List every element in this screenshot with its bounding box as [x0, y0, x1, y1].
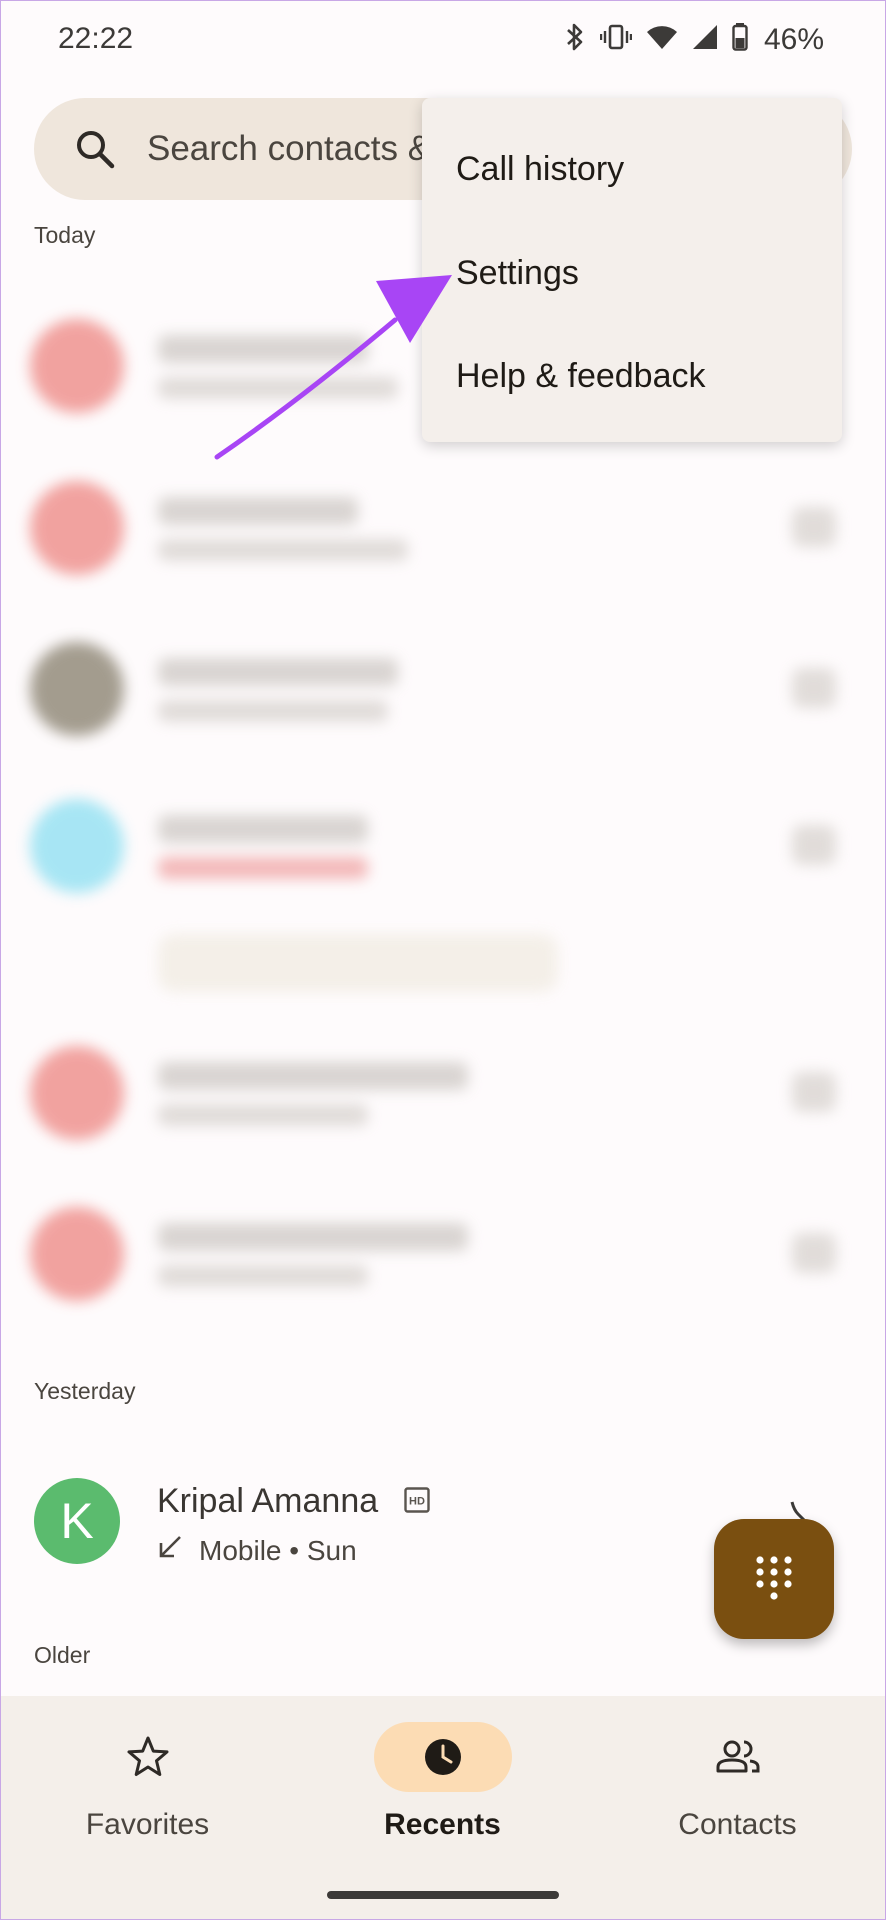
phone-icon[interactable]	[792, 825, 836, 865]
battery-percentage: 46%	[763, 22, 824, 56]
avatar	[30, 481, 124, 575]
dialpad-button[interactable]	[714, 1519, 834, 1639]
avatar	[30, 1207, 124, 1301]
tab-label: Contacts	[678, 1808, 797, 1841]
tab-favorites[interactable]: Favorites	[0, 1696, 295, 1920]
menu-item-help-feedback[interactable]: Help & feedback	[422, 325, 842, 425]
call-detail: Mobile • Sun	[157, 1534, 357, 1567]
call-log-row[interactable]	[0, 1032, 886, 1152]
incoming-call-icon	[157, 1534, 183, 1567]
home-indicator[interactable]	[327, 1891, 559, 1899]
bottom-navigation: Favorites Recents Contacts	[0, 1696, 886, 1920]
menu-item-settings[interactable]: Settings	[422, 222, 842, 322]
tab-label: Favorites	[85, 1808, 210, 1841]
call-note-chip	[158, 934, 558, 992]
clock-icon	[419, 1733, 467, 1781]
star-icon	[124, 1733, 172, 1781]
menu-item-label: Call history	[456, 150, 625, 188]
status-icons: 46%	[564, 22, 824, 57]
call-detail-text: Mobile • Sun	[199, 1534, 357, 1566]
hd-icon: HD	[404, 1487, 430, 1518]
section-header-today: Today	[34, 222, 96, 248]
call-log-row[interactable]	[0, 628, 886, 748]
status-time: 22:22	[58, 22, 134, 55]
tab-label: Recents	[384, 1808, 501, 1841]
svg-text:HD: HD	[409, 1496, 425, 1508]
phone-icon[interactable]	[792, 507, 836, 547]
menu-item-label: Help & feedback	[456, 357, 706, 395]
vibrate-icon	[599, 23, 633, 56]
search-icon	[74, 128, 116, 175]
tab-recents[interactable]: Recents	[295, 1696, 590, 1920]
menu-item-call-history[interactable]: Call history	[422, 118, 842, 218]
section-header-yesterday: Yesterday	[34, 1378, 136, 1404]
section-header-older: Older	[34, 1642, 91, 1668]
status-bar: 22:22 46%	[0, 0, 886, 80]
avatar	[30, 642, 124, 736]
tab-contacts[interactable]: Contacts	[590, 1696, 885, 1920]
dialpad-icon	[756, 1556, 792, 1600]
menu-item-label: Settings	[456, 254, 579, 292]
call-log-row[interactable]	[0, 467, 886, 587]
avatar	[30, 799, 124, 893]
bluetooth-icon	[564, 22, 586, 57]
call-log-row[interactable]	[0, 785, 886, 905]
avatar	[30, 319, 124, 413]
phone-icon[interactable]	[792, 1072, 836, 1112]
search-placeholder: Search contacts &	[147, 129, 432, 168]
call-log-row[interactable]	[0, 1193, 886, 1313]
contact-name: Kripal Amanna	[157, 1482, 379, 1520]
signal-icon	[692, 24, 718, 55]
avatar: K	[34, 1478, 120, 1564]
battery-icon	[732, 23, 748, 56]
people-icon	[714, 1733, 762, 1781]
overflow-menu: Call history Settings Help & feedback	[422, 98, 842, 442]
wifi-icon	[646, 24, 678, 55]
phone-icon[interactable]	[792, 668, 836, 708]
avatar	[30, 1046, 124, 1140]
phone-icon[interactable]	[792, 1233, 836, 1273]
